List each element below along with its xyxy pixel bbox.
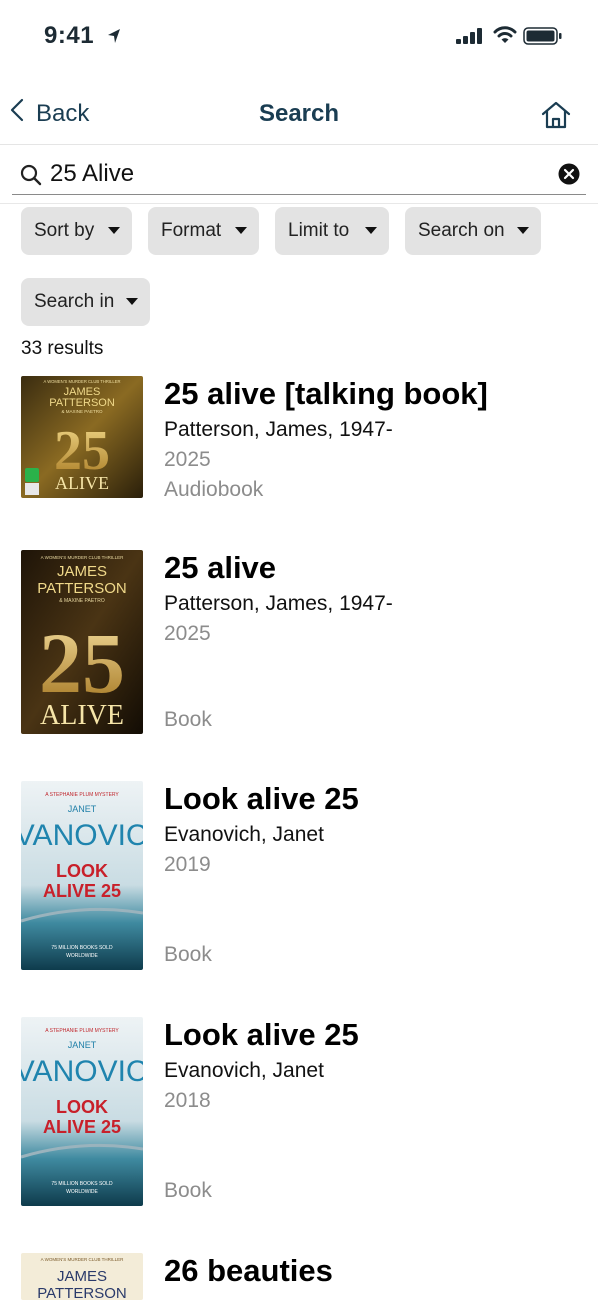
book-cover-image: A WOMEN'S MURDER CLUB THRILLER JAMES PAT… — [21, 550, 143, 734]
result-author: Evanovich, Janet — [164, 1059, 324, 1082]
svg-text:ALIVE: ALIVE — [55, 473, 109, 493]
svg-text:JANET: JANET — [68, 1040, 97, 1050]
location-arrow-icon — [107, 23, 121, 51]
svg-text:ALIVE: ALIVE — [40, 700, 124, 731]
dropdown-arrow-icon — [365, 227, 377, 234]
limit-to-dropdown[interactable]: Limit to — [275, 207, 389, 255]
svg-text:25: 25 — [39, 615, 125, 711]
search-input[interactable]: 25 Alive — [50, 160, 134, 188]
result-format: Book — [164, 943, 212, 966]
svg-text:PATTERSON: PATTERSON — [49, 397, 115, 409]
svg-text:ALIVE 25: ALIVE 25 — [43, 1117, 121, 1137]
svg-text:PATTERSON: PATTERSON — [37, 1285, 126, 1300]
result-year: 2018 — [164, 1089, 211, 1112]
svg-text:A WOMEN'S MURDER CLUB THRILLER: A WOMEN'S MURDER CLUB THRILLER — [41, 1257, 125, 1262]
dropdown-arrow-icon — [517, 227, 529, 234]
search-icon — [20, 164, 42, 191]
book-cover-image: A WOMEN'S MURDER CLUB THRILLER JAMES PAT… — [21, 376, 143, 498]
svg-text:JAMES: JAMES — [57, 1268, 107, 1285]
svg-text:EVANOVICH: EVANOVICH — [21, 819, 143, 852]
svg-text:WORLDWIDE: WORLDWIDE — [66, 953, 98, 959]
svg-text:& MAXINE PAETRO: & MAXINE PAETRO — [59, 598, 105, 604]
svg-text:LOOK: LOOK — [56, 861, 108, 881]
svg-text:EVANOVICH: EVANOVICH — [21, 1055, 143, 1088]
dropdown-arrow-icon — [235, 227, 247, 234]
search-on-dropdown[interactable]: Search on — [405, 207, 541, 255]
svg-text:A STEPHANIE PLUM MYSTERY: A STEPHANIE PLUM MYSTERY — [45, 1028, 119, 1034]
svg-text:JAMES: JAMES — [57, 563, 107, 580]
result-title[interactable]: 25 alive [talking book] — [164, 376, 488, 412]
clear-icon — [558, 163, 580, 185]
result-year: 2019 — [164, 853, 211, 876]
result-format: Book — [164, 1179, 212, 1202]
search-on-label: Search on — [418, 220, 505, 241]
result-item[interactable]: A WOMEN'S MURDER CLUB THRILLER JAMES PAT… — [0, 550, 598, 740]
search-in-label: Search in — [34, 291, 115, 312]
results-count: 33 results — [21, 338, 104, 359]
status-time: 9:41 — [44, 22, 121, 51]
result-item[interactable]: A WOMEN'S MURDER CLUB THRILLER JAMES PAT… — [0, 1253, 598, 1300]
limit-to-label: Limit to — [288, 220, 350, 241]
result-year: 2025 — [164, 448, 211, 471]
result-title[interactable]: 25 alive — [164, 550, 276, 586]
svg-text:JANET: JANET — [68, 804, 97, 814]
result-title[interactable]: 26 beauties — [164, 1253, 333, 1289]
sort-by-label: Sort by — [34, 220, 95, 241]
status-bar: 9:41 — [0, 0, 598, 70]
dropdown-arrow-icon — [108, 227, 120, 234]
format-dropdown[interactable]: Format — [148, 207, 259, 255]
svg-text:& MAXINE PAETRO: & MAXINE PAETRO — [62, 409, 103, 414]
result-item[interactable]: A STEPHANIE PLUM MYSTERY JANET EVANOVICH… — [0, 1017, 598, 1207]
book-cover-image: A WOMEN'S MURDER CLUB THRILLER JAMES PAT… — [21, 1253, 143, 1300]
format-label: Format — [161, 220, 222, 241]
book-cover-image: A STEPHANIE PLUM MYSTERY JANET EVANOVICH… — [21, 1017, 143, 1206]
home-icon — [540, 101, 572, 134]
sort-by-dropdown[interactable]: Sort by — [21, 207, 132, 255]
result-title[interactable]: Look alive 25 — [164, 781, 359, 817]
result-title[interactable]: Look alive 25 — [164, 1017, 359, 1053]
result-item[interactable]: A WOMEN'S MURDER CLUB THRILLER JAMES PAT… — [0, 376, 598, 526]
svg-text:A WOMEN'S MURDER CLUB THRILLER: A WOMEN'S MURDER CLUB THRILLER — [43, 379, 120, 384]
result-year: 2025 — [164, 622, 211, 645]
svg-text:75 MILLION BOOKS SOLD: 75 MILLION BOOKS SOLD — [51, 1181, 113, 1187]
result-author: Patterson, James, 1947- — [164, 418, 393, 441]
page-title: Search — [258, 100, 340, 127]
cellular-signal-icon — [456, 28, 484, 49]
result-item[interactable]: A STEPHANIE PLUM MYSTERY JANET EVANOVICH… — [0, 781, 598, 971]
navigation-bar: Back Search — [0, 80, 598, 145]
svg-text:WORLDWIDE: WORLDWIDE — [66, 1189, 98, 1195]
divider — [0, 203, 598, 204]
svg-text:ALIVE 25: ALIVE 25 — [43, 881, 121, 901]
book-cover-image: A STEPHANIE PLUM MYSTERY JANET EVANOVICH… — [21, 781, 143, 970]
clear-search-button[interactable] — [558, 163, 580, 190]
search-in-dropdown[interactable]: Search in — [21, 278, 150, 326]
result-format: Book — [164, 708, 212, 731]
battery-icon — [523, 27, 563, 50]
result-format: Audiobook — [164, 478, 264, 501]
result-author: Evanovich, Janet — [164, 823, 324, 846]
svg-text:A WOMEN'S MURDER CLUB THRILLER: A WOMEN'S MURDER CLUB THRILLER — [41, 555, 125, 560]
svg-text:75 MILLION BOOKS SOLD: 75 MILLION BOOKS SOLD — [51, 945, 113, 951]
dropdown-arrow-icon — [126, 298, 138, 305]
search-field[interactable]: 25 Alive — [12, 152, 586, 195]
svg-text:PATTERSON: PATTERSON — [37, 580, 126, 597]
home-button[interactable] — [540, 100, 572, 135]
wifi-icon — [493, 25, 517, 50]
svg-text:A STEPHANIE PLUM MYSTERY: A STEPHANIE PLUM MYSTERY — [45, 792, 119, 798]
svg-text:LOOK: LOOK — [56, 1097, 108, 1117]
result-author: Patterson, James, 1947- — [164, 592, 393, 615]
